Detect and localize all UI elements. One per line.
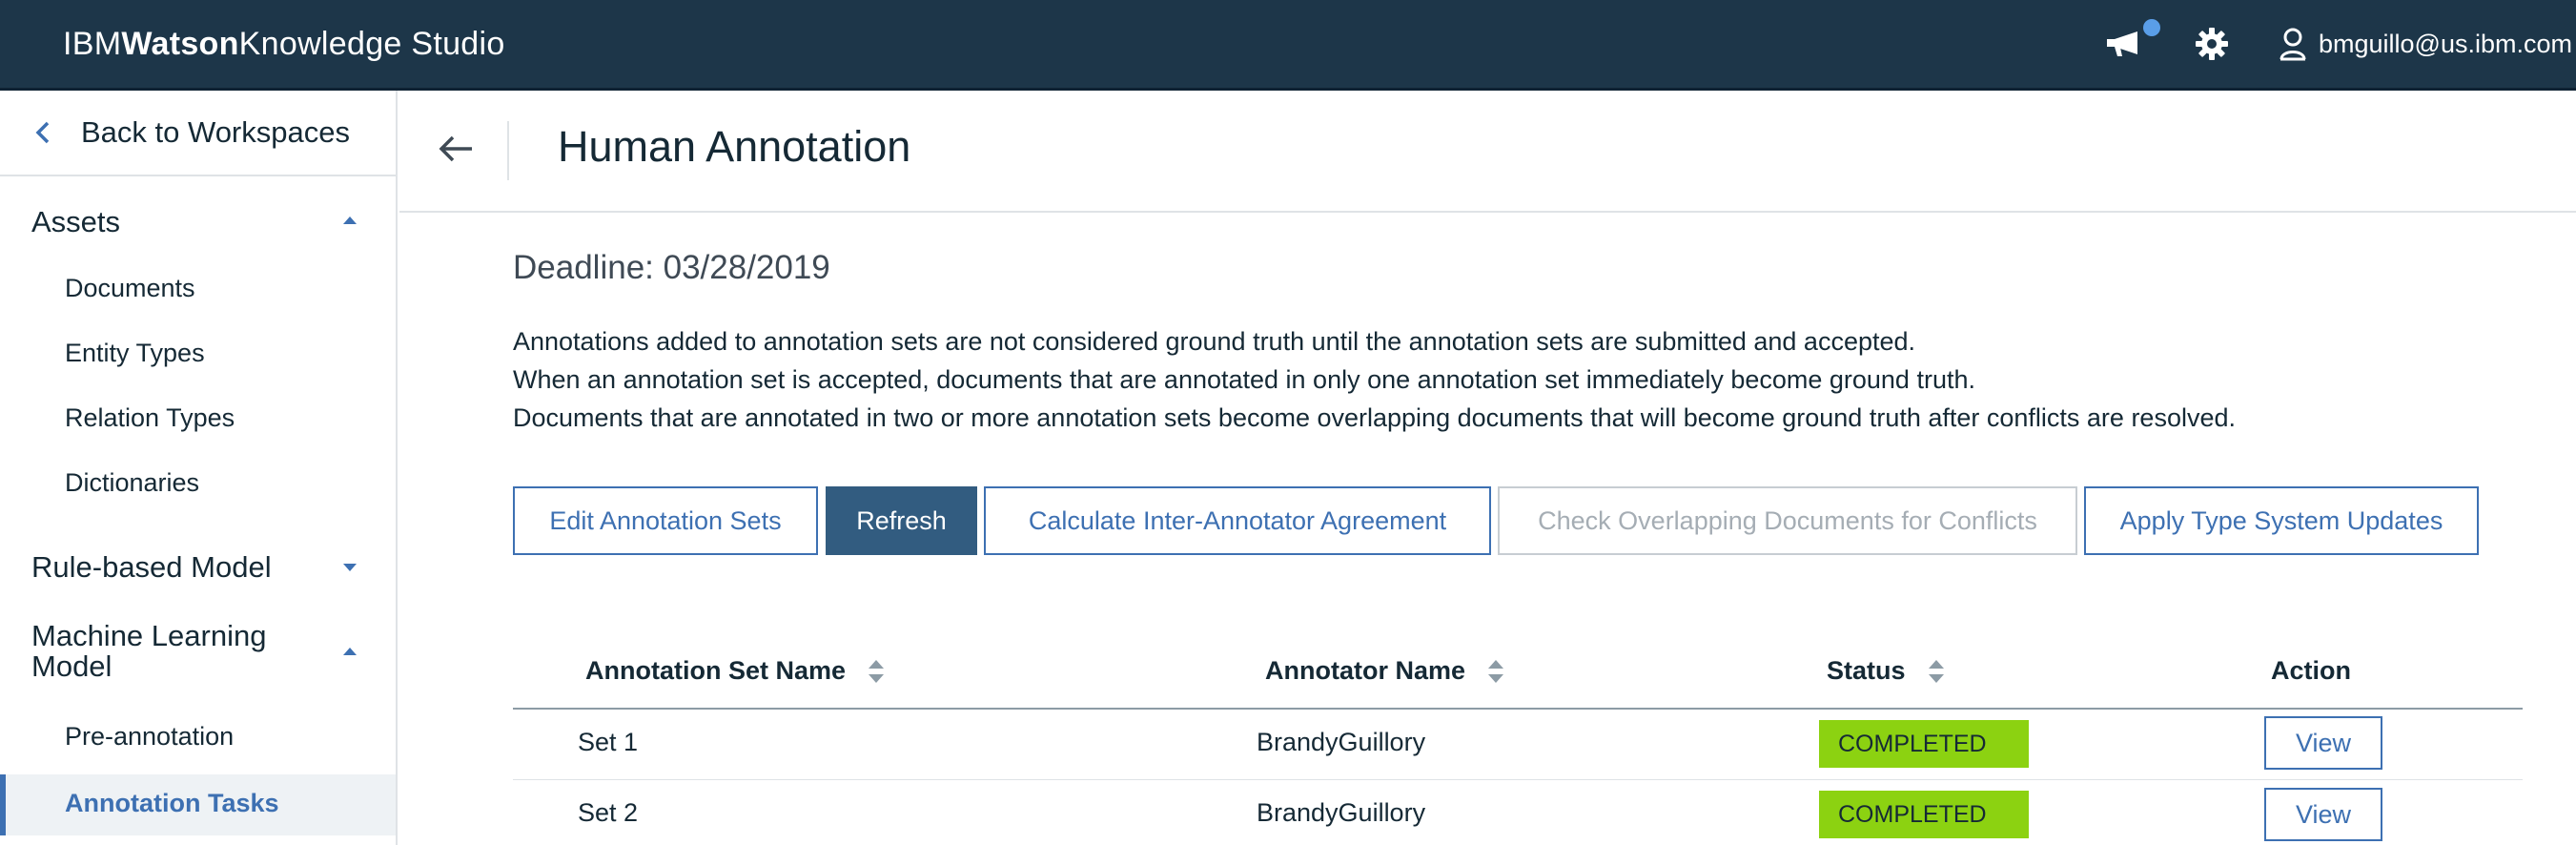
user-icon bbox=[2280, 28, 2306, 61]
sidebar-item-relation-types[interactable]: Relation Types bbox=[65, 403, 235, 433]
view-button[interactable]: View bbox=[2264, 716, 2382, 770]
sidebar-item-pre-annotation[interactable]: Pre-annotation bbox=[65, 722, 234, 752]
table-row-1-annotator: BrandyGuillory bbox=[1257, 728, 1426, 756]
brand-bold: Watson bbox=[121, 25, 239, 62]
deadline-text: Deadline: 03/28/2019 bbox=[513, 249, 830, 286]
ml-model-label-line1: Machine Learning bbox=[31, 619, 267, 652]
status-badge: COMPLETED bbox=[1819, 791, 2029, 838]
sidebar-item-documents[interactable]: Documents bbox=[65, 274, 195, 303]
sidebar-section-assets[interactable]: Assets bbox=[31, 205, 120, 239]
notification-dot bbox=[2143, 19, 2160, 36]
user-email[interactable]: bmguillo@us.ibm.com bbox=[2319, 0, 2572, 88]
megaphone-icon bbox=[2107, 31, 2137, 56]
page-title: Human Annotation bbox=[558, 122, 911, 171]
table-header-divider bbox=[513, 708, 2523, 710]
table-row-2-annotator: BrandyGuillory bbox=[1257, 798, 1426, 827]
description-line-2: When an annotation set is accepted, docu… bbox=[513, 365, 1975, 394]
status-badge: COMPLETED bbox=[1819, 720, 2029, 768]
apply-type-system-updates-button[interactable]: Apply Type System Updates bbox=[2084, 486, 2479, 555]
sort-icon bbox=[869, 659, 885, 683]
sort-icon bbox=[1928, 659, 1944, 683]
sidebar-section-rule-based-model[interactable]: Rule-based Model bbox=[31, 550, 272, 585]
notifications-button[interactable] bbox=[2105, 0, 2160, 88]
calculate-iaa-button[interactable]: Calculate Inter-Annotator Agreement bbox=[984, 486, 1491, 555]
column-header-status-label: Status bbox=[1827, 656, 1906, 685]
gear-icon bbox=[2196, 28, 2228, 60]
view-button[interactable]: View bbox=[2264, 788, 2382, 841]
column-header-annotator-label: Annotator Name bbox=[1265, 656, 1466, 685]
back-to-workspaces-link[interactable]: Back to Workspaces bbox=[0, 91, 396, 176]
arrow-left-icon[interactable] bbox=[438, 134, 474, 163]
sidebar-item-dictionaries[interactable]: Dictionaries bbox=[65, 468, 199, 498]
table-row-2-set-name: Set 2 bbox=[578, 798, 639, 827]
ml-model-label-line2: Model bbox=[31, 649, 112, 683]
description-line-1: Annotations added to annotation sets are… bbox=[513, 327, 1916, 356]
settings-button[interactable] bbox=[2195, 0, 2239, 88]
caret-down-icon[interactable] bbox=[341, 562, 358, 573]
caret-up-icon[interactable] bbox=[341, 215, 358, 226]
top-header: IBM Watson Knowledge Studio bmguillo@us.… bbox=[0, 0, 2576, 91]
user-menu-button[interactable] bbox=[2279, 0, 2311, 88]
column-header-set-name[interactable]: Annotation Set Name bbox=[585, 656, 886, 686]
back-to-workspaces-label: Back to Workspaces bbox=[81, 115, 350, 149]
table-row-1-set-name: Set 1 bbox=[578, 728, 639, 756]
sidebar-item-annotation-tasks[interactable]: Annotation Tasks bbox=[0, 774, 396, 835]
check-overlapping-button: Check Overlapping Documents for Conflict… bbox=[1498, 486, 2077, 555]
sort-icon bbox=[1488, 659, 1504, 683]
brand-suffix: Knowledge Studio bbox=[238, 25, 505, 62]
sidebar-section-machine-learning-model[interactable]: Machine Learning Model bbox=[31, 621, 266, 682]
app-brand[interactable]: IBM Watson Knowledge Studio bbox=[63, 0, 505, 88]
sidebar-item-annotation-tasks-label: Annotation Tasks bbox=[65, 789, 279, 817]
brand-prefix: IBM bbox=[63, 25, 122, 62]
column-header-action: Action bbox=[2271, 656, 2351, 685]
sidebar-item-entity-types[interactable]: Entity Types bbox=[65, 339, 205, 368]
column-header-set-name-label: Annotation Set Name bbox=[585, 656, 847, 685]
refresh-button[interactable]: Refresh bbox=[826, 486, 977, 555]
page-header: Human Annotation bbox=[399, 91, 2576, 213]
edit-annotation-sets-button[interactable]: Edit Annotation Sets bbox=[513, 486, 818, 555]
table-row-divider bbox=[513, 779, 2523, 780]
column-header-status[interactable]: Status bbox=[1827, 656, 1946, 686]
description-line-3: Documents that are annotated in two or m… bbox=[513, 403, 2236, 432]
sidebar: Back to Workspaces Assets Documents Enti… bbox=[0, 91, 398, 845]
caret-up-icon[interactable] bbox=[341, 646, 358, 657]
header-divider bbox=[507, 121, 509, 180]
chevron-left-icon bbox=[35, 121, 50, 144]
column-header-annotator[interactable]: Annotator Name bbox=[1265, 656, 1505, 686]
